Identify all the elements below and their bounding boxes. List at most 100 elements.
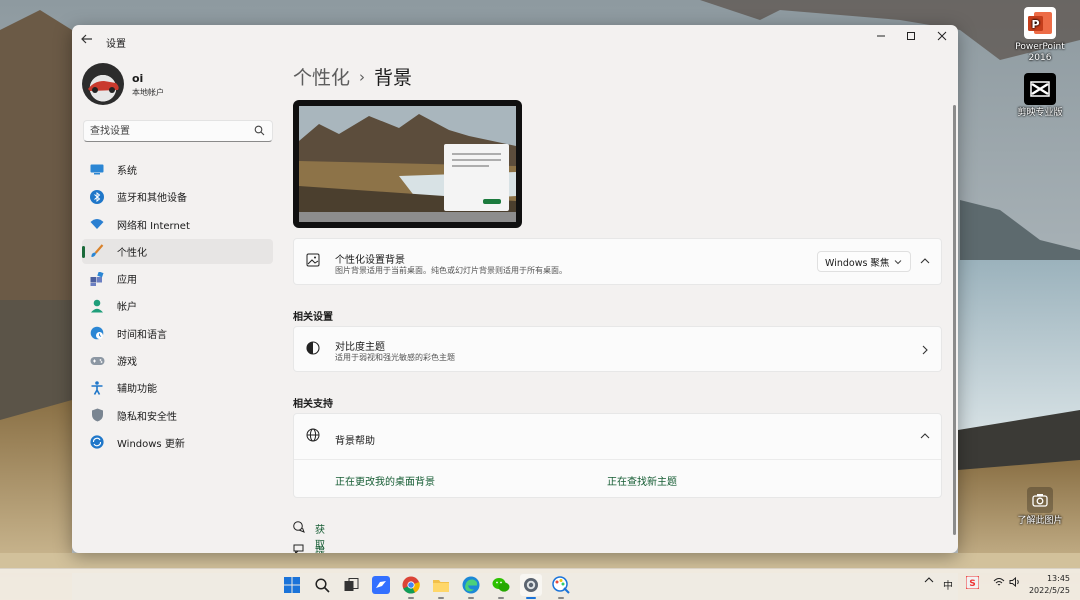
desktop-icon-capcut[interactable]: 剪映专业版 — [1010, 73, 1070, 119]
start-icon — [284, 577, 300, 593]
sidebar-nav: 系统 蓝牙和其他设备 网络和 Internet 个性化 应用 帐户 时间和语言 — [82, 157, 273, 457]
taskbar-app-edge[interactable] — [460, 574, 482, 599]
feishu-icon — [372, 576, 390, 594]
wifi-icon — [89, 216, 105, 232]
desktop-icon-powerpoint[interactable]: P PowerPoint 2016 — [1010, 7, 1070, 64]
sidebar-item-label: 个性化 — [117, 247, 147, 259]
taskbar-app-file-explorer[interactable] — [430, 574, 452, 599]
sidebar-item-apps[interactable]: 应用 — [82, 266, 273, 291]
sidebar-item-label: 帐户 — [117, 302, 137, 314]
sidebar-item-gaming[interactable]: 游戏 — [82, 348, 273, 373]
globe-icon — [306, 428, 322, 444]
show-hidden-icons-button[interactable] — [924, 576, 934, 587]
collapse-button[interactable] — [917, 253, 933, 269]
taskbar-search-button[interactable] — [311, 574, 333, 596]
file-explorer-icon — [433, 580, 449, 592]
taskbar-app-chrome[interactable] — [400, 574, 422, 599]
edge-icon — [462, 576, 480, 594]
sogou-icon: S — [965, 575, 980, 590]
taskbar-app-settings[interactable] — [520, 574, 542, 599]
user-profile[interactable]: oi 本地帐户 — [82, 63, 272, 107]
settings-window: 设置 oi 本地帐户 系统 蓝牙和其他设备 — [72, 25, 958, 553]
card-title: 背景帮助 — [335, 436, 375, 447]
shield-icon — [89, 407, 105, 423]
paint-icon — [552, 576, 570, 594]
minimize-button[interactable] — [865, 25, 897, 47]
sidebar-item-bluetooth[interactable]: 蓝牙和其他设备 — [82, 184, 273, 209]
close-button[interactable] — [926, 25, 958, 47]
help-chat-icon — [293, 521, 305, 533]
desktop-icon-label: PowerPoint 2016 — [1015, 42, 1065, 63]
clock-date: 2022/5/25 — [1028, 586, 1070, 595]
wechat-icon — [492, 578, 510, 592]
sidebar-item-accessibility[interactable]: 辅助功能 — [82, 375, 273, 400]
sidebar-item-windows-update[interactable]: Windows 更新 — [82, 430, 273, 455]
window-title: 设置 — [106, 39, 126, 50]
maximize-icon — [907, 32, 915, 40]
image-icon — [306, 253, 322, 269]
help-link-change-background[interactable]: 正在更改我的桌面背景 — [335, 473, 435, 488]
system-clock[interactable]: 13:45 2022/5/25 — [1029, 573, 1070, 597]
search-input[interactable] — [84, 121, 244, 141]
bluetooth-icon — [89, 189, 105, 205]
taskbar: 中 S 13:45 2022/5/25 — [0, 568, 1080, 600]
tray-app-sogou[interactable]: S — [965, 575, 980, 592]
sidebar-item-personalization[interactable]: 个性化 — [82, 238, 273, 264]
breadcrumb-parent[interactable]: 个性化 — [293, 67, 350, 89]
running-indicator — [438, 597, 444, 599]
apps-icon — [89, 271, 105, 287]
sidebar-item-label: 网络和 Internet — [117, 220, 190, 232]
arrow-left-icon — [81, 34, 92, 44]
card-subtitle: 图片背景适用于当前桌面。纯色或幻灯片背景则适用于所有桌面。 — [335, 266, 567, 275]
sidebar-item-system[interactable]: 系统 — [82, 157, 273, 182]
sidebar-item-label: 时间和语言 — [117, 329, 167, 341]
background-preview — [293, 100, 522, 228]
sidebar-item-accounts[interactable]: 帐户 — [82, 293, 273, 318]
user-name: oi — [132, 72, 144, 85]
chevron-down-icon — [894, 260, 902, 265]
task-view-button[interactable] — [340, 574, 362, 596]
running-indicator — [498, 597, 504, 599]
chrome-icon — [402, 576, 420, 594]
sidebar-item-label: 隐私和安全性 — [117, 411, 177, 423]
maximize-button[interactable] — [895, 25, 927, 47]
volume-status[interactable] — [1009, 576, 1021, 590]
capcut-icon — [1024, 73, 1056, 105]
collapse-help-button[interactable] — [917, 428, 933, 444]
account-type: 本地帐户 — [132, 88, 164, 97]
card-subtitle: 适用于弱视和强光敏感的彩色主题 — [335, 353, 455, 362]
wifi-status[interactable] — [993, 577, 1005, 590]
learn-about-picture-widget[interactable]: 了解此图片 — [1010, 487, 1070, 527]
taskbar-app-paint[interactable] — [550, 574, 572, 599]
camera-widget-label: 了解此图片 — [1017, 516, 1063, 526]
chevron-up-icon — [920, 433, 930, 439]
scrollbar[interactable] — [953, 105, 956, 535]
help-link-find-themes[interactable]: 正在查找新主题 — [607, 473, 677, 488]
sidebar-item-time-language[interactable]: 时间和语言 — [82, 321, 273, 346]
svg-text:P: P — [1031, 18, 1039, 31]
sidebar-item-label: 蓝牙和其他设备 — [117, 193, 187, 205]
sidebar-item-privacy[interactable]: 隐私和安全性 — [82, 403, 273, 428]
settings-icon — [524, 578, 538, 592]
chevron-up-icon — [924, 577, 934, 583]
taskbar-app-feishu[interactable] — [370, 574, 392, 596]
ime-indicator[interactable]: 中 — [943, 577, 953, 592]
clock-time: 13:45 — [1046, 574, 1070, 583]
back-button[interactable] — [80, 32, 98, 50]
minimize-icon — [877, 35, 885, 37]
breadcrumb-separator: › — [359, 68, 366, 86]
contrast-themes-card[interactable]: 对比度主题 适用于弱视和强光敏感的彩色主题 — [293, 326, 942, 372]
give-feedback-label: 提供反馈 — [315, 547, 325, 553]
start-button[interactable] — [281, 574, 303, 596]
dropdown-value: Windows 聚焦 — [825, 257, 890, 269]
taskbar-app-wechat[interactable] — [490, 574, 512, 599]
sidebar-item-network[interactable]: 网络和 Internet — [82, 212, 273, 237]
sidebar-item-label: 游戏 — [117, 357, 137, 369]
personalize-background-card: 个性化设置背景 图片背景适用于当前桌面。纯色或幻灯片背景则适用于所有桌面。 Wi… — [293, 238, 942, 285]
speaker-icon — [1009, 576, 1019, 588]
update-icon — [89, 434, 105, 450]
settings-search-box[interactable] — [83, 120, 273, 142]
background-type-dropdown[interactable]: Windows 聚焦 — [817, 251, 911, 272]
feedback-icon — [293, 544, 304, 553]
sidebar-item-label: Windows 更新 — [117, 438, 185, 450]
